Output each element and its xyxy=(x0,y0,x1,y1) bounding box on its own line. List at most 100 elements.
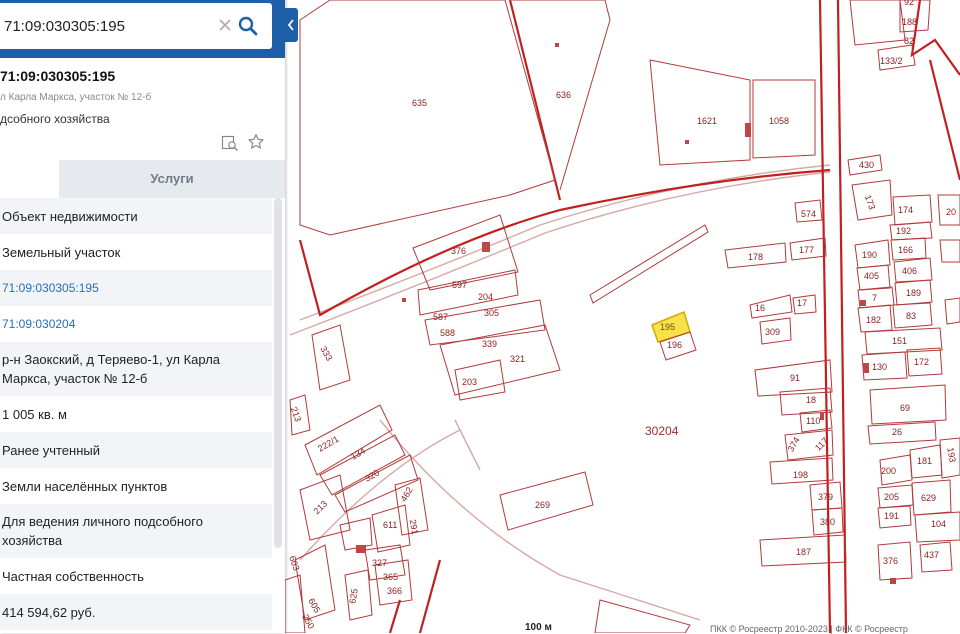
parcel-label: 204 xyxy=(478,292,493,302)
parcel-label: 405 xyxy=(864,271,879,281)
parcel-label: 321 xyxy=(510,354,525,364)
parcel-label: 92 xyxy=(904,0,914,7)
object-title: 71:09:030305:195 xyxy=(0,68,116,84)
attribute-value: Ранее учтенный xyxy=(0,432,272,468)
parcel-label: 20 xyxy=(946,207,956,217)
parcel-label: 198 xyxy=(793,470,808,480)
parcel-label: 130 xyxy=(872,362,887,372)
highlighted-parcel xyxy=(651,310,697,361)
parcel-label: 104 xyxy=(931,519,946,529)
parcel-label: 327 xyxy=(372,558,387,568)
parcel-label: 189 xyxy=(906,288,921,298)
parcel-label: 181 xyxy=(917,456,932,466)
parcel-label: 376 xyxy=(883,556,898,566)
parcel-label: 190 xyxy=(862,250,877,260)
attribute-value: Частная собственность xyxy=(2,568,144,584)
road-outline xyxy=(299,164,831,321)
parcel-label: 611 xyxy=(383,520,397,530)
attribute-value: р-н Заокский, д Теряево-1, ул Карла Марк… xyxy=(0,342,272,396)
attribute-value: Земельный участок xyxy=(2,244,121,260)
parcel-label: 133/2 xyxy=(880,56,903,66)
parcel-label: 574 xyxy=(801,209,816,219)
parcel-label: 182 xyxy=(866,315,881,325)
parcel-label: 406 xyxy=(902,266,917,276)
parcel-label: 635 xyxy=(412,98,427,108)
parcel-label: 379 xyxy=(818,492,833,502)
parcel-label: 376 xyxy=(451,246,466,256)
parcel-label: 200 xyxy=(881,466,896,476)
parcel-label: 18 xyxy=(806,395,816,405)
attribute-value: Объект недвижимости xyxy=(0,198,272,234)
parcel-label: 213 xyxy=(312,499,330,517)
parcel-label: 83 xyxy=(906,311,916,321)
parcel-label: 365 xyxy=(383,572,398,582)
parcel-label: 291 xyxy=(408,519,420,536)
parcel-label: 309 xyxy=(765,327,780,337)
tab-bar: Услуги xyxy=(0,160,285,198)
parcel-label: 26 xyxy=(892,427,902,437)
parcel-label: 597 xyxy=(452,280,467,290)
close-icon[interactable] xyxy=(216,16,234,34)
parcel-label: 110 xyxy=(806,416,820,426)
parcel-label: 187 xyxy=(796,547,811,557)
attribute-value: Для ведения личного подсобного хозяйства xyxy=(0,504,272,558)
parcel-label: 588 xyxy=(440,328,455,338)
parcel-label: 16 xyxy=(755,303,765,313)
parcel-label: 269 xyxy=(535,500,550,510)
parcel-label: 366 xyxy=(387,586,402,596)
parcel-label: 1058 xyxy=(769,116,789,126)
parcel-label: 437 xyxy=(924,550,939,560)
parcel-label: 82 xyxy=(904,36,914,46)
parcel-label: 193 xyxy=(945,447,957,464)
attribute-link[interactable]: 71:09:030305:195 xyxy=(0,270,272,306)
tab-info[interactable] xyxy=(0,160,59,198)
parcel-label: 7 xyxy=(872,293,877,303)
parcel-label: 603 xyxy=(287,554,302,572)
parcel-label: 69 xyxy=(900,403,910,413)
parcel-label: 151 xyxy=(892,336,907,346)
cadastral-map[interactable]: 635 636 1621 1058 92 188 82 133/2 430 17… xyxy=(285,0,960,633)
parcel-label: 173 xyxy=(863,194,878,212)
quarter-label: 30204 xyxy=(645,424,679,438)
parcel-label: 374 xyxy=(786,435,802,453)
attribute-value: 1 005 кв. м xyxy=(2,406,67,422)
parcel-label: 205 xyxy=(884,492,899,502)
search-input[interactable] xyxy=(4,15,204,37)
parcel-label: 178 xyxy=(748,252,763,262)
parcel-label: 625 xyxy=(347,588,359,605)
attribute-value: 414 594,62 руб. xyxy=(0,594,272,630)
attribute-link[interactable]: 71:09:030204 xyxy=(0,306,272,342)
parcel-label: 380 xyxy=(820,517,835,527)
parcel-label: 462 xyxy=(399,485,415,503)
parcel-label: 430 xyxy=(859,160,874,170)
object-use: дсобного хозяйства xyxy=(0,112,110,126)
search-icon[interactable] xyxy=(238,16,258,36)
search-box xyxy=(0,3,272,49)
object-address: л Карла Маркса, участок № 12-б xyxy=(0,92,152,103)
collapse-panel-button[interactable] xyxy=(284,8,298,42)
parcel-label: 134 xyxy=(349,446,367,462)
parcel-label: 195 xyxy=(660,322,675,332)
parcel-label: 636 xyxy=(556,90,571,100)
attribute-value: Земли населённых пунктов xyxy=(2,478,168,494)
parcel-label: 587 xyxy=(433,312,448,322)
open-in-window-icon[interactable] xyxy=(221,134,239,152)
map-canvas[interactable]: 635 636 1621 1058 92 188 82 133/2 430 17… xyxy=(285,0,960,633)
info-panel: 71:09:030305:195 л Карла Маркса, участок… xyxy=(0,0,285,633)
parcel-label: 203 xyxy=(462,377,477,387)
parcel-label: 172 xyxy=(914,357,929,367)
star-icon[interactable] xyxy=(247,133,265,151)
search-bar xyxy=(0,0,285,58)
parcel-label: 191 xyxy=(884,511,899,521)
parcel-label: 174 xyxy=(898,205,913,215)
scrollbar[interactable] xyxy=(274,198,282,548)
parcel-label: 192 xyxy=(896,226,911,236)
parcel-label: 196 xyxy=(667,340,682,350)
parcel-label: 166 xyxy=(898,245,913,255)
parcel-label: 629 xyxy=(921,493,936,503)
tab-services[interactable]: Услуги xyxy=(59,160,285,198)
parcel-label: 177 xyxy=(799,245,814,255)
parcel-label: 333 xyxy=(318,345,334,363)
parcel-label: 1621 xyxy=(697,116,717,126)
parcel-label: 17 xyxy=(797,298,807,308)
